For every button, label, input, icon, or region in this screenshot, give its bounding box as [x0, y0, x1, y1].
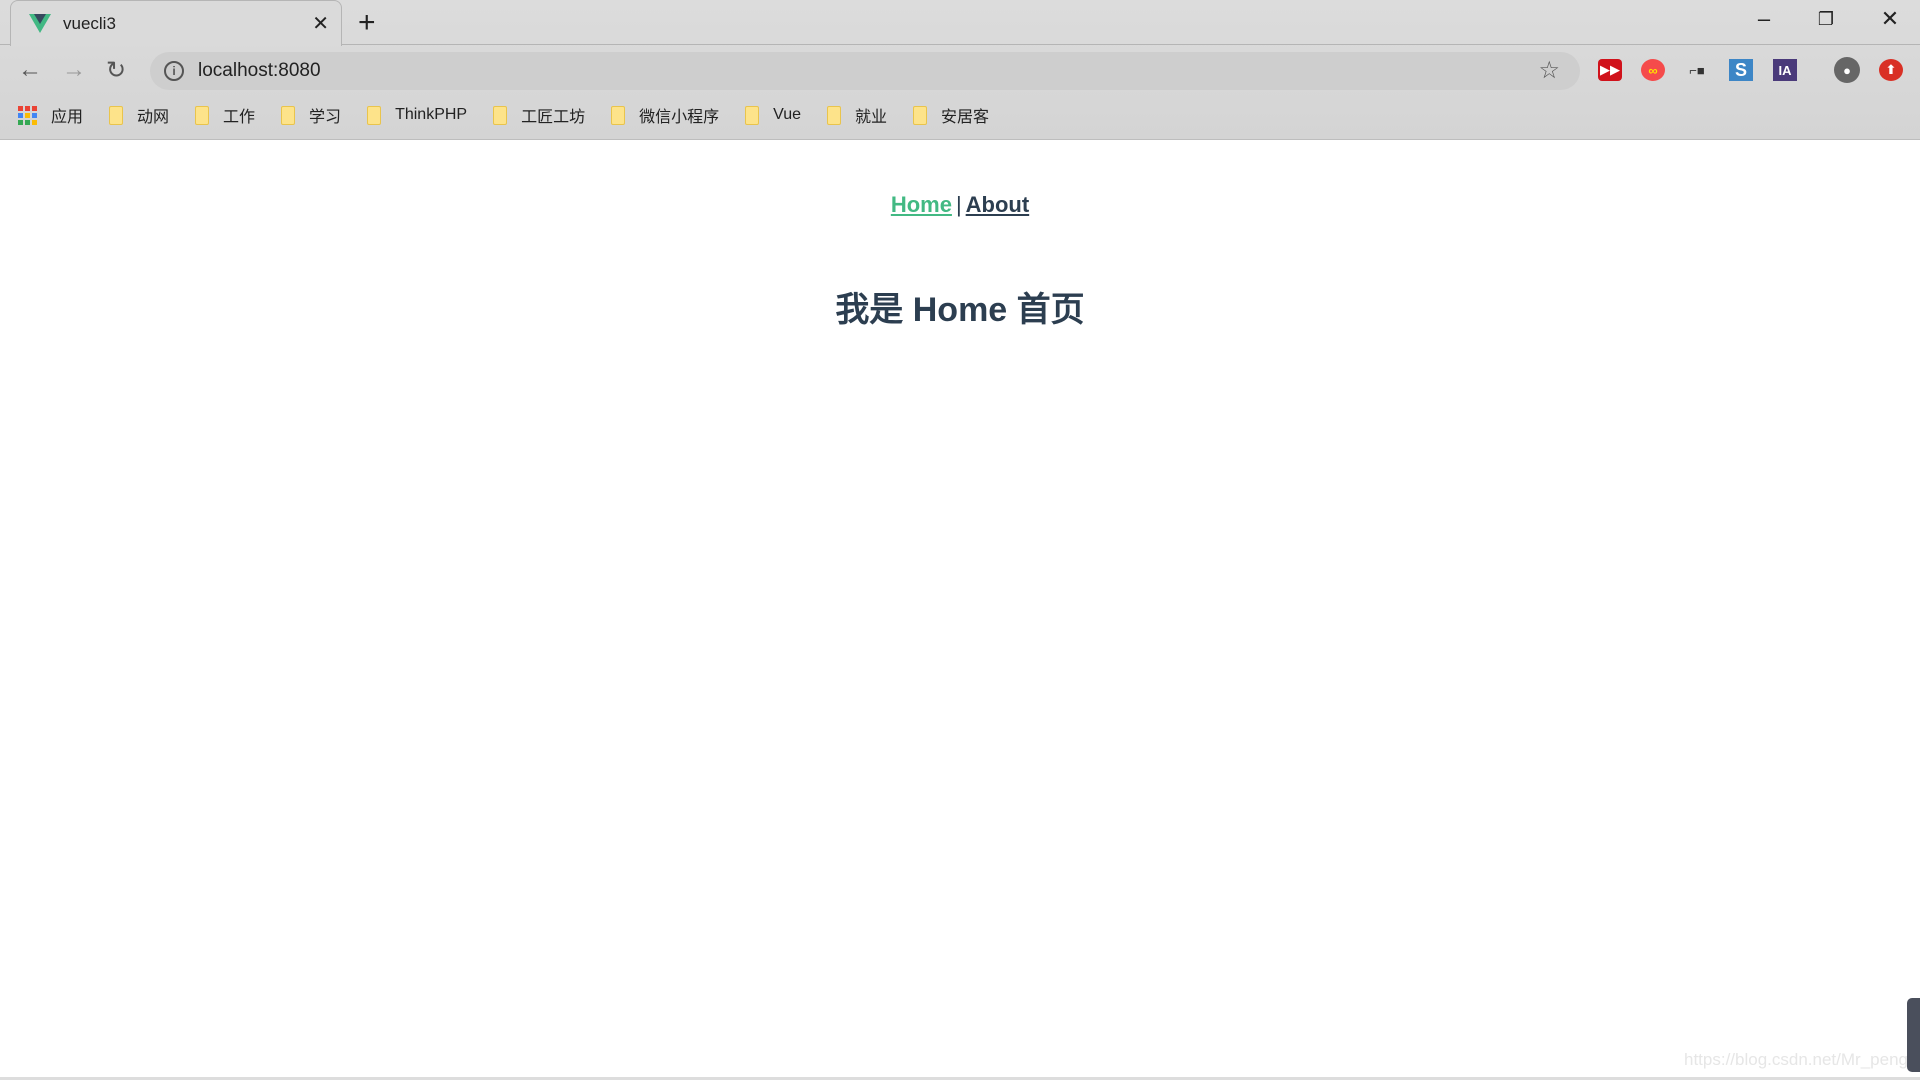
tab-active[interactable]: vuecli3 ✕ — [10, 0, 342, 46]
bookmark-label: 学习 — [309, 109, 342, 126]
folder-icon — [611, 105, 626, 125]
bookmark-folder[interactable]: 动网 — [109, 103, 169, 127]
bookmark-label: 动网 — [137, 109, 170, 126]
bookmark-label: 工匠工坊 — [521, 109, 586, 126]
browser-chrome: vuecli3 ✕ + – ❐ ✕ ← → ↻ i localhost:8080… — [0, 0, 1920, 140]
url-text[interactable]: localhost:8080 — [198, 60, 321, 82]
back-icon[interactable]: ← — [18, 56, 42, 84]
folder-icon — [195, 105, 210, 125]
folder-icon — [109, 105, 124, 125]
bookmark-folder[interactable]: 工作 — [195, 103, 255, 127]
reload-icon[interactable]: ↻ — [106, 56, 126, 85]
bookmark-folder[interactable]: 安居客 — [913, 103, 989, 127]
folder-icon — [745, 105, 760, 125]
volume-meter-widget — [1907, 998, 1920, 1072]
address-bar[interactable]: i localhost:8080 ☆ — [150, 52, 1580, 90]
vue-logo-icon — [29, 13, 51, 33]
forward-icon[interactable]: → — [62, 56, 86, 84]
close-icon[interactable]: ✕ — [312, 11, 329, 36]
bookmark-folder[interactable]: 就业 — [827, 103, 887, 127]
window-close-icon[interactable]: ✕ — [1870, 6, 1910, 36]
folder-icon — [827, 105, 841, 125]
folder-icon — [281, 105, 296, 125]
bookmark-folder[interactable]: 学习 — [281, 103, 341, 127]
infinity-extension-icon[interactable]: ∞ — [1641, 59, 1665, 81]
router-nav: Home | About — [0, 192, 1920, 218]
bookmark-label: Vue — [773, 106, 801, 123]
nav-link-home[interactable]: Home — [891, 192, 952, 217]
bookmark-label: 工作 — [223, 109, 256, 126]
folder-icon — [367, 105, 382, 125]
bookmark-folder[interactable]: 微信小程序 — [611, 103, 719, 127]
minimize-icon[interactable]: – — [1744, 6, 1784, 36]
watermark: https://blog.csdn.net/Mr_peng13 — [1684, 1050, 1920, 1069]
glasses-extension-icon[interactable]: ⌐■ — [1685, 59, 1709, 81]
profile-icon[interactable]: ● — [1834, 57, 1860, 83]
nav-separator: | — [955, 192, 962, 217]
apps-grid-icon — [18, 105, 37, 125]
folder-icon — [493, 105, 508, 125]
bookmark-folder[interactable]: 工匠工坊 — [493, 103, 585, 127]
page-heading: 我是 Home 首页 — [835, 291, 1085, 329]
info-icon[interactable]: i — [164, 61, 184, 81]
bookmark-folder[interactable]: Vue — [745, 105, 801, 125]
folder-icon — [913, 105, 928, 125]
bookmark-label: ThinkPHP — [395, 106, 468, 123]
bookmark-label: 安居客 — [941, 109, 990, 126]
ia-extension-icon[interactable]: IA — [1773, 59, 1797, 81]
star-icon[interactable]: ☆ — [1538, 56, 1560, 85]
bookmark-label: 就业 — [855, 109, 888, 126]
nav-link-about[interactable]: About — [966, 192, 1030, 217]
tab-strip: vuecli3 ✕ + – ❐ ✕ — [0, 0, 1920, 46]
app-content: Home | About 我是 Home 首页 — [0, 141, 1920, 331]
bookmark-apps[interactable]: 应用 — [18, 103, 83, 127]
upload-extension-icon[interactable]: ⬆ — [1879, 59, 1903, 81]
bookmark-folder[interactable]: ThinkPHP — [367, 105, 468, 125]
restore-icon[interactable]: ❐ — [1806, 9, 1846, 39]
bookmark-label: 应用 — [51, 109, 84, 126]
s-extension-icon[interactable]: S — [1729, 59, 1753, 81]
bookmarks-bar: 应用 动网 工作 学习 ThinkPHP 工匠工坊 微信小程序 Vue 就业 安… — [18, 103, 1015, 127]
tab-title: vuecli3 — [63, 13, 116, 33]
video-extension-icon[interactable]: ▶▶ — [1598, 59, 1622, 81]
plus-icon[interactable]: + — [358, 6, 376, 40]
bookmark-label: 微信小程序 — [639, 109, 720, 126]
